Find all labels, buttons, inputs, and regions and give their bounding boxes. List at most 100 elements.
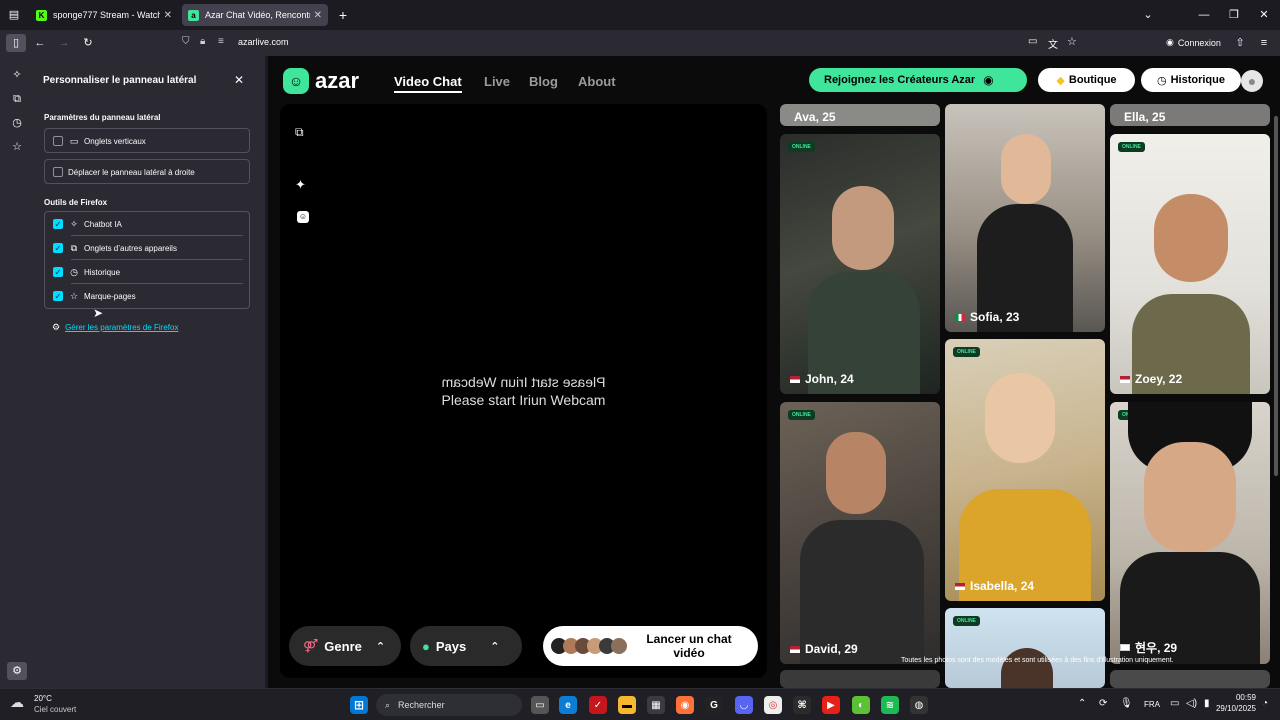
tab-stream[interactable]: K sponge777 Stream - Watch Live ✕	[30, 4, 178, 26]
checkbox-checked[interactable]: ✓	[53, 219, 63, 229]
close-tab-icon[interactable]: ✕	[314, 10, 322, 21]
reader-view-icon[interactable]: ▭	[1028, 36, 1037, 47]
vertical-tabs-option[interactable]: ▭ Onglets verticaux	[44, 128, 250, 153]
profile-card[interactable]	[1110, 670, 1270, 688]
join-creators-button[interactable]: Rejoignez les Créateurs Azar ◉	[809, 68, 1027, 92]
minimize-icon[interactable]: —	[1194, 2, 1214, 28]
close-panel-icon[interactable]: ✕	[234, 73, 244, 87]
profile-card[interactable]: ONLINE Zoey, 22	[1110, 134, 1270, 394]
edge-icon[interactable]: e	[559, 696, 577, 714]
account-button[interactable]: ◉ Connexion	[1166, 37, 1221, 48]
pdf-app-icon[interactable]: ✓	[589, 696, 607, 714]
checkbox-checked[interactable]: ✓	[53, 291, 63, 301]
checkbox[interactable]	[53, 167, 63, 177]
shop-button[interactable]: ◆ Boutique	[1038, 68, 1135, 92]
store-icon[interactable]: ▦	[647, 696, 665, 714]
nav-blog[interactable]: Blog	[529, 74, 558, 89]
clock-time[interactable]: 00:59	[1226, 693, 1256, 702]
language-indicator[interactable]: FRA	[1144, 700, 1160, 709]
forward-icon[interactable]: →	[54, 30, 74, 56]
taskbar-search[interactable]: ⌕ Rechercher	[376, 694, 522, 716]
ai-chatbot-icon[interactable]: ✧	[7, 62, 27, 88]
chrome-icon[interactable]: ◎	[764, 696, 782, 714]
tool-synced-tabs[interactable]: ✓ ⧉ Onglets d’autres appareils	[45, 236, 249, 260]
history-icon[interactable]: ◷	[7, 110, 27, 136]
tool-history[interactable]: ✓ ◷ Historique	[45, 260, 249, 284]
manage-settings-link[interactable]: ⚙ Gérer les paramètres de Firefox	[52, 322, 178, 333]
checkbox[interactable]	[53, 136, 63, 146]
spotify-icon[interactable]: ≋	[881, 696, 899, 714]
tab-list-icon[interactable]: ▤	[4, 2, 24, 28]
translate-icon[interactable]: 文	[1048, 36, 1058, 51]
country-selector[interactable]: ● Pays ⌃	[410, 626, 522, 666]
profile-card[interactable]: Sofia, 23	[945, 104, 1105, 332]
customize-sidebar-icon[interactable]: ⚙	[7, 662, 27, 680]
task-view-icon[interactable]: ▭	[531, 696, 549, 714]
nav-video-chat[interactable]: Video Chat	[394, 74, 462, 93]
discord-icon[interactable]: ◡	[735, 696, 753, 714]
new-tab-button[interactable]: +	[333, 2, 353, 28]
expand-icon[interactable]: ⧉	[295, 125, 304, 140]
address-bar[interactable]: ⛉ 🔒︎ ≡ azarlive.com ▭ 文 ☆	[176, 33, 1086, 53]
app-menu-icon[interactable]: ≡	[1254, 30, 1274, 56]
tray-chevron-icon[interactable]: ⌃	[1078, 698, 1086, 709]
azar-logo[interactable]: ☺ azar	[283, 68, 359, 94]
bookmark-star-icon[interactable]: ☆	[1067, 35, 1077, 48]
profile-card[interactable]: ONLINE David, 29	[780, 402, 940, 664]
file-explorer-icon[interactable]: ▬	[618, 696, 636, 714]
windows-start-icon[interactable]: ⊞	[350, 696, 368, 714]
checkbox-checked[interactable]: ✓	[53, 267, 63, 277]
tool-bookmarks[interactable]: ✓ ☆ Marque-pages	[45, 284, 249, 308]
gender-selector[interactable]: ⚤ Genre ⌃	[289, 626, 401, 666]
notification-icon[interactable]: ◔	[1262, 698, 1268, 709]
close-window-icon[interactable]: ✕	[1254, 2, 1274, 28]
microphone-icon[interactable]: 🎙︎	[1120, 698, 1133, 709]
clock-date[interactable]: 29/10/2025	[1210, 704, 1256, 713]
profile-card[interactable]: ONLINE John, 24	[780, 134, 940, 394]
close-tab-icon[interactable]: ✕	[164, 10, 172, 21]
history-button[interactable]: ◷ Historique	[1141, 68, 1241, 92]
page-info-icon[interactable]: ≡	[218, 36, 224, 47]
face-filter-icon[interactable]: ☺	[297, 211, 309, 223]
profile-card-top[interactable]: Ella, 25	[1110, 104, 1270, 126]
profile-card[interactable]	[780, 670, 940, 688]
weather-desc[interactable]: Ciel couvert	[34, 705, 76, 714]
nav-live[interactable]: Live	[484, 74, 510, 89]
maximize-icon[interactable]: ❐	[1224, 2, 1244, 28]
weather-temp[interactable]: 20°C	[34, 694, 52, 703]
network-icon[interactable]: ▭	[1170, 698, 1179, 709]
volume-icon[interactable]: ◁)	[1186, 698, 1197, 709]
tab-overflow-icon[interactable]: ⌄	[1138, 2, 1158, 28]
app-g-icon[interactable]: G	[705, 696, 723, 714]
app-terminal-icon[interactable]: ⌘	[793, 696, 811, 714]
nav-about[interactable]: About	[578, 74, 616, 89]
weather-icon[interactable]: ☁	[10, 694, 24, 711]
back-icon[interactable]: ←	[30, 30, 50, 56]
extensions-icon[interactable]: ⇧	[1230, 30, 1250, 56]
reload-icon[interactable]: ↻	[78, 30, 98, 56]
profile-card-top[interactable]: Ava, 25	[780, 104, 940, 126]
app-green-icon[interactable]: ◐	[852, 696, 870, 714]
move-sidebar-right-option[interactable]: Déplacer le panneau latéral à droite	[44, 159, 250, 184]
firefox-icon[interactable]: ◉	[676, 696, 694, 714]
tray-sync-icon[interactable]: ⟳	[1099, 698, 1107, 709]
profile-card[interactable]: ONLINE Isabella, 24	[945, 339, 1105, 601]
battery-icon[interactable]: ▮	[1204, 698, 1210, 709]
profile-card[interactable]: ONLINE	[945, 608, 1105, 688]
url-text[interactable]: azarlive.com	[238, 37, 289, 47]
sidebar-toggle-icon[interactable]: ▯	[6, 34, 26, 52]
profile-card[interactable]: ONLINE 현우, 29	[1110, 402, 1270, 664]
sparkle-effects-icon[interactable]: ✦	[295, 177, 306, 193]
app-misc-icon[interactable]: ◍	[910, 696, 928, 714]
avatar[interactable]: ●	[1241, 70, 1263, 92]
tool-chatbot[interactable]: ✓ ✧ Chatbot IA	[45, 212, 249, 236]
lock-icon[interactable]: 🔒︎	[200, 36, 205, 47]
scrollbar[interactable]	[1274, 116, 1278, 476]
start-video-chat-button[interactable]: Lancer un chat vidéo	[543, 626, 758, 666]
tab-azar[interactable]: a Azar Chat Vidéo, Rencontrer de ✕	[182, 4, 328, 26]
synced-tabs-icon[interactable]: ⧉	[7, 86, 27, 112]
shield-icon[interactable]: ⛉	[182, 36, 190, 47]
youtube-icon[interactable]: ▶	[822, 696, 840, 714]
checkbox-checked[interactable]: ✓	[53, 243, 63, 253]
bookmarks-icon[interactable]: ☆	[7, 134, 27, 160]
